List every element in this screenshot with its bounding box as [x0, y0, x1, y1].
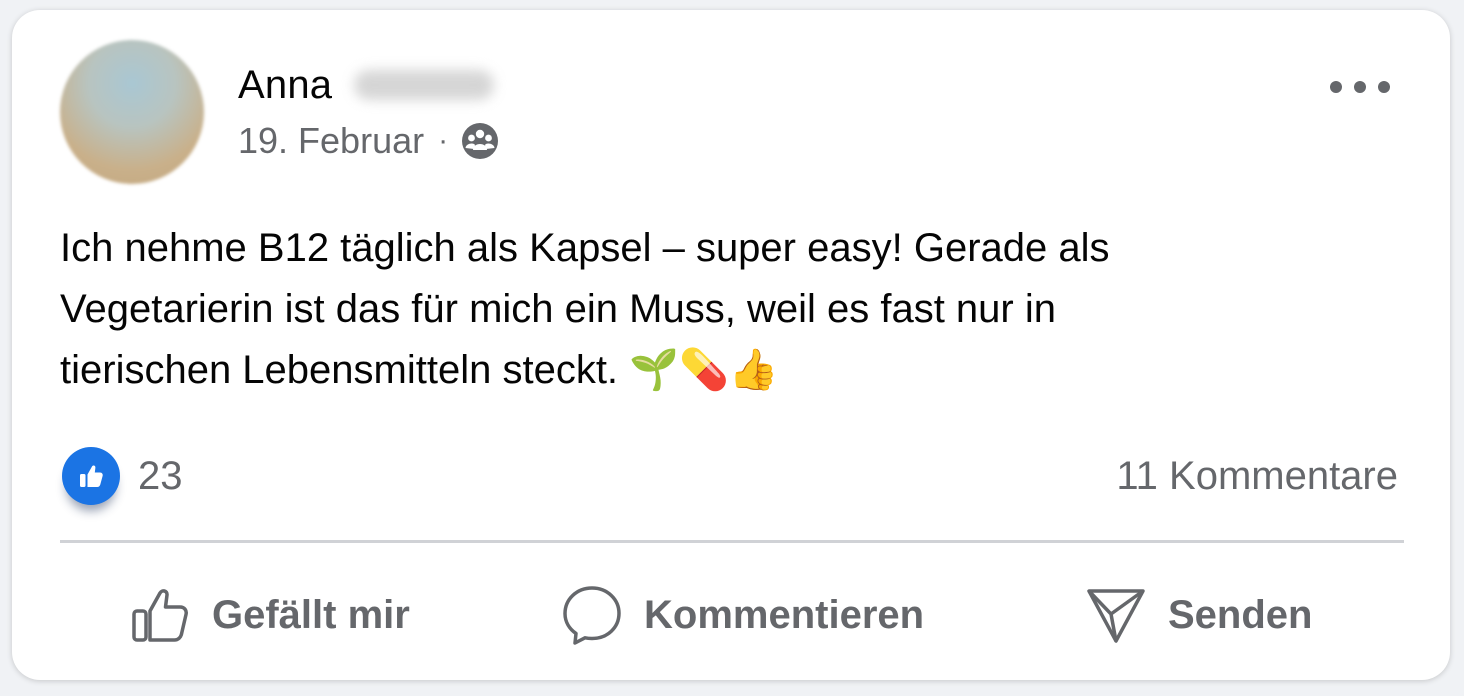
- blurred-last-name: [354, 70, 495, 100]
- post-date[interactable]: 19. Februar: [238, 120, 424, 162]
- send-button-label: Senden: [1168, 592, 1313, 637]
- comment-bubble-icon: [563, 586, 621, 645]
- send-icon: [1087, 589, 1145, 643]
- divider: [60, 540, 1404, 543]
- post-meta: 19. Februar ·: [238, 118, 500, 164]
- like-summary[interactable]: 23: [62, 446, 183, 506]
- post-text: Ich nehme B12 täglich als Kapsel – super…: [60, 226, 1110, 392]
- like-button-label: Gefällt mir: [212, 592, 410, 637]
- meta-separator: ·: [438, 124, 449, 157]
- more-options-button[interactable]: [1330, 72, 1390, 102]
- friends-group-icon[interactable]: [460, 121, 500, 161]
- like-reaction-icon: [62, 447, 120, 505]
- like-button[interactable]: Gefällt mir: [130, 570, 410, 660]
- more-dot-icon: [1354, 81, 1366, 93]
- avatar[interactable]: [60, 40, 204, 184]
- send-button[interactable]: Senden: [1084, 570, 1312, 660]
- comment-button-label: Kommentieren: [644, 592, 925, 637]
- comments-count-link[interactable]: 11 Kommentare: [1116, 446, 1398, 506]
- action-bar: Gefällt mir Kommentieren Senden: [12, 570, 1450, 660]
- more-dot-icon: [1378, 81, 1390, 93]
- comment-button[interactable]: Kommentieren: [560, 570, 924, 660]
- post-card: Anna 19. Februar · Ich nehme B12 täglich…: [12, 10, 1450, 680]
- author-row: Anna: [238, 60, 495, 110]
- like-count: 23: [138, 453, 183, 498]
- more-dot-icon: [1330, 81, 1342, 93]
- author-name[interactable]: Anna: [238, 63, 332, 108]
- thumbs-up-icon: [132, 589, 188, 642]
